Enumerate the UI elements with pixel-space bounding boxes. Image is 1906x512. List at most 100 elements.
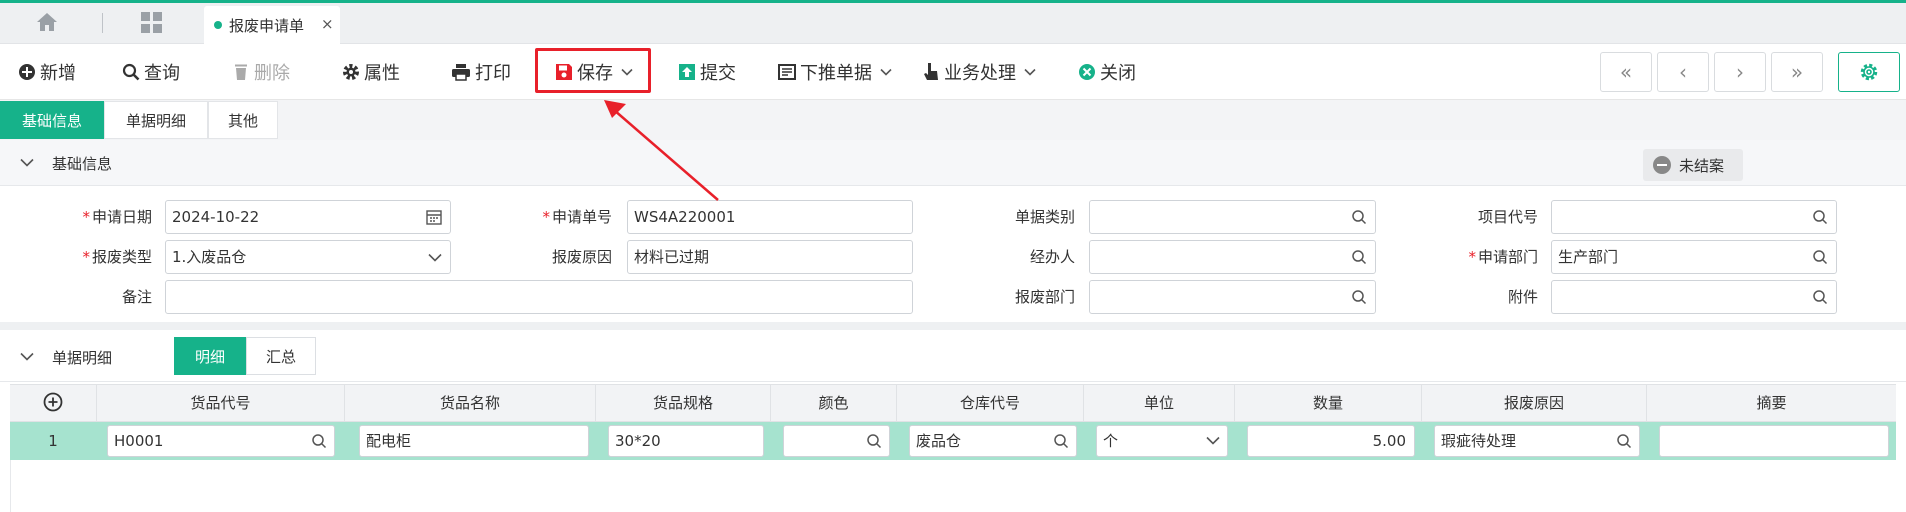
search-icon[interactable] (866, 433, 882, 449)
last-record-button[interactable]: » (1771, 52, 1823, 92)
scrap-reason-cell[interactable]: 瑕疵待处理 (1434, 425, 1640, 457)
basic-info-title: 基础信息 (52, 155, 113, 173)
collapse-chevron-icon[interactable] (20, 352, 34, 361)
apply-no-field[interactable]: WS4A220001 (627, 200, 913, 234)
remark-field[interactable] (165, 280, 913, 314)
scrap-reason-field[interactable]: 材料已过期 (627, 240, 913, 274)
business-label: 业务处理 (944, 63, 1016, 84)
close-tab-icon[interactable]: × (321, 15, 334, 33)
apps-grid-icon[interactable] (140, 11, 168, 37)
attachment-label: 附件 (1507, 288, 1538, 306)
col-item-spec: 货品规格 (596, 385, 771, 421)
view-summary-tab[interactable]: 汇总 (246, 337, 316, 375)
document-list-icon (778, 64, 796, 80)
chevron-down-icon (880, 68, 892, 76)
col-summary: 摘要 (1756, 394, 1787, 412)
next-record-button[interactable]: › (1714, 52, 1766, 92)
scrap-type-select[interactable]: 1.入废品仓 (165, 240, 451, 274)
search-icon[interactable] (1812, 249, 1828, 265)
active-dot-icon (214, 21, 222, 29)
scrap-type-label: * 报废类型 (82, 248, 152, 266)
warehouse-cell[interactable]: 废品仓 (909, 425, 1077, 457)
home-icon[interactable] (36, 12, 66, 36)
col-unit: 单位 (1084, 385, 1235, 421)
col-item-name: 货品名称 (345, 385, 596, 421)
attachment-field[interactable] (1551, 280, 1837, 314)
prev-record-button[interactable]: ‹ (1657, 52, 1709, 92)
scrap-dept-field[interactable] (1089, 280, 1376, 314)
handler-field[interactable] (1089, 240, 1376, 274)
query-button[interactable]: 查询 (122, 58, 180, 86)
table-row[interactable]: 1 H0001 配电柜 30*20 废品仓 个 5.00 瑕疵待处理 (10, 422, 1896, 460)
project-code-field[interactable] (1551, 200, 1837, 234)
tab-other[interactable]: 其他 (208, 101, 278, 139)
tab-basic-info[interactable]: 基础信息 (0, 101, 104, 139)
search-icon[interactable] (1053, 433, 1069, 449)
submit-label: 提交 (700, 63, 736, 84)
section-gap (0, 322, 1906, 330)
search-icon[interactable] (311, 433, 327, 449)
query-label: 查询 (144, 63, 180, 84)
scrap-reason-label: 报废原因 (551, 248, 612, 266)
col-color: 颜色 (771, 385, 897, 421)
search-icon[interactable] (1351, 249, 1367, 265)
apply-date-field[interactable]: 2024-10-22 (165, 200, 451, 234)
search-icon[interactable] (1351, 289, 1367, 305)
gear-icon (343, 64, 359, 80)
view-detail-tab[interactable]: 明细 (174, 337, 246, 375)
apply-date-value: 2024-10-22 (172, 208, 260, 226)
color-cell[interactable] (783, 425, 890, 457)
apply-dept-field[interactable]: 生产部门 (1551, 240, 1837, 274)
basic-info-header: 基础信息 未结案 (0, 140, 1906, 186)
search-icon[interactable] (1812, 289, 1828, 305)
table-body-empty (10, 460, 1896, 512)
tab-label: 报废申请单 (229, 17, 305, 35)
col-scrap-reason: 报废原因 (1422, 385, 1647, 421)
doc-category-label: 单据类别 (1014, 208, 1075, 226)
properties-button[interactable]: 属性 (342, 58, 400, 86)
collapse-chevron-icon[interactable] (20, 158, 34, 167)
remark-label: 备注 (121, 288, 152, 306)
item-code-cell[interactable]: H0001 (107, 425, 335, 457)
apply-dept-label: * 申请部门 (1468, 248, 1538, 266)
handler-label: 经办人 (1029, 248, 1075, 266)
submit-button[interactable]: 提交 (678, 58, 736, 86)
item-spec-cell[interactable]: 30*20 (608, 425, 764, 457)
unit-select[interactable]: 个 (1096, 425, 1228, 457)
business-button[interactable]: 业务处理 (922, 58, 1040, 86)
scrap-dept-label: 报废部门 (1014, 288, 1075, 306)
add-button[interactable]: 新增 (18, 58, 76, 86)
calendar-icon[interactable] (426, 209, 442, 225)
properties-label: 属性 (364, 63, 400, 84)
add-label: 新增 (40, 63, 76, 84)
status-text: 未结案 (1679, 156, 1725, 175)
item-name-cell[interactable]: 配电柜 (359, 425, 589, 457)
add-row-icon[interactable] (43, 392, 63, 412)
search-icon[interactable] (1616, 433, 1632, 449)
apply-no-label: * 申请单号 (542, 208, 612, 226)
row-number: 1 (48, 432, 58, 450)
push-down-label: 下推单据 (800, 63, 872, 84)
doc-category-field[interactable] (1089, 200, 1376, 234)
search-icon[interactable] (1812, 209, 1828, 225)
minus-circle-icon (1653, 156, 1671, 174)
first-record-button[interactable]: « (1600, 52, 1652, 92)
delete-button[interactable]: 删除 (232, 58, 290, 86)
print-button[interactable]: 打印 (451, 58, 511, 86)
plus-circle-icon (19, 64, 35, 80)
tab-doc-detail[interactable]: 单据明细 (104, 101, 208, 139)
col-warehouse: 仓库代号 (897, 385, 1084, 421)
search-icon[interactable] (1351, 209, 1367, 225)
push-down-button[interactable]: 下推单据 (778, 58, 896, 86)
printer-icon (452, 64, 470, 81)
quantity-cell[interactable]: 5.00 (1247, 425, 1415, 457)
col-item-code: 货品代号 (97, 385, 345, 421)
save-highlight-box (535, 48, 651, 93)
print-label: 打印 (475, 63, 511, 84)
tab-scrap-request[interactable]: 报废申请单 × (204, 6, 340, 44)
apply-date-label: * 申请日期 (82, 208, 152, 226)
settings-button[interactable] (1838, 52, 1900, 92)
summary-cell[interactable] (1659, 425, 1889, 457)
chevron-down-icon (1024, 68, 1036, 76)
close-button[interactable]: 关闭 (1078, 58, 1136, 86)
